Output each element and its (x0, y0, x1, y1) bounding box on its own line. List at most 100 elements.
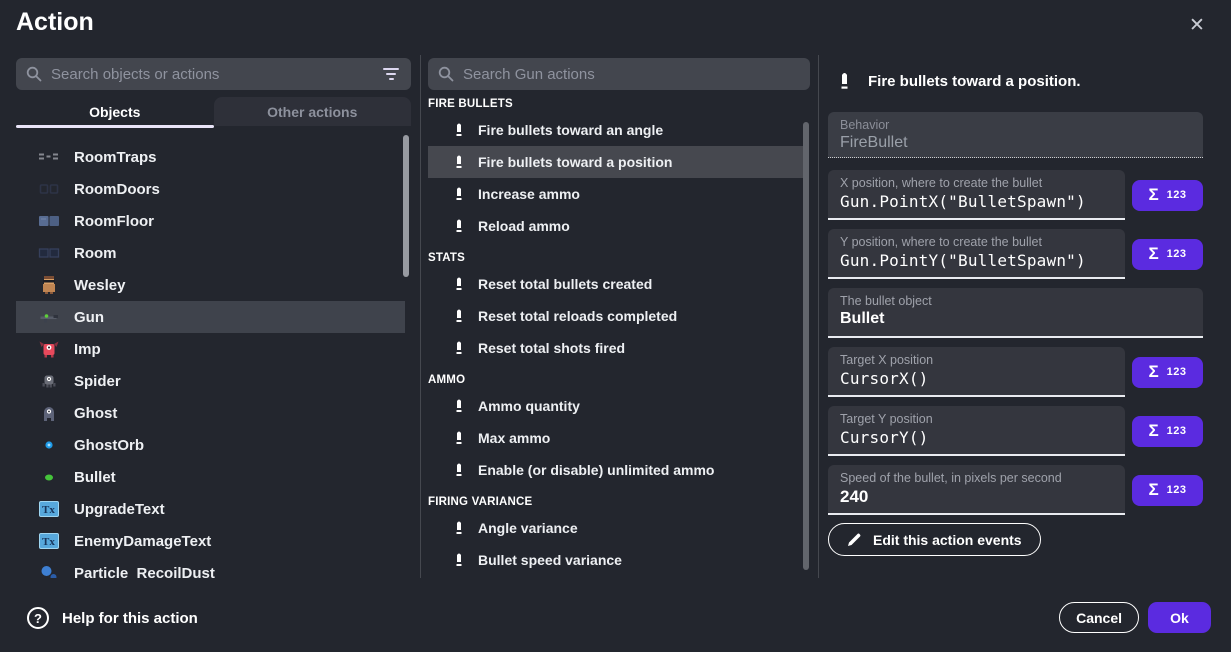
wesley-icon (38, 274, 60, 296)
param-field-bullet-object[interactable]: The bullet object Bullet (828, 288, 1203, 338)
filter-icon[interactable] (381, 68, 401, 80)
actions-search-box[interactable] (428, 58, 810, 90)
ghostorb-icon (38, 434, 60, 456)
ghost-icon (38, 402, 60, 424)
objects-list-scrollbar[interactable] (403, 135, 409, 277)
objects-search-input[interactable] (51, 66, 372, 83)
action-item[interactable]: Reset total bullets created (428, 268, 803, 300)
list-item-wesley[interactable]: Wesley (16, 269, 405, 301)
list-item-gun[interactable]: Gun (16, 301, 405, 333)
action-item[interactable]: Fire bullets toward an angle (428, 114, 803, 146)
roomdoors-icon (38, 178, 60, 200)
action-item[interactable]: Increase ammo (428, 178, 803, 210)
group-header: FIRE BULLETS (428, 98, 803, 110)
list-item-spider[interactable]: Spider (16, 365, 405, 397)
list-item-upgradetext[interactable]: Tx UpgradeText (16, 493, 405, 525)
objects-search-box[interactable] (16, 58, 411, 90)
action-item[interactable]: Ammo quantity (428, 390, 803, 422)
param-field-x-position[interactable]: X position, where to create the bullet G… (828, 170, 1125, 220)
list-item-particle-recoildust[interactable]: Particle_RecoilDust (16, 557, 405, 578)
room-icon (38, 242, 60, 264)
svg-text:Tx: Tx (42, 504, 55, 516)
param-field-y-position[interactable]: Y position, where to create the bullet G… (828, 229, 1125, 279)
expression-editor-button[interactable]: Σ 123 (1132, 180, 1203, 211)
list-item-roomfloor[interactable]: RoomFloor (16, 205, 405, 237)
bullet-action-icon (454, 154, 464, 171)
help-link[interactable]: ? Help for this action (27, 604, 198, 632)
group-header: AMMO (428, 374, 803, 386)
sigma-icon: Σ (1148, 362, 1158, 382)
group-header: FIRING VARIANCE (428, 496, 803, 508)
bullet-action-icon (454, 122, 464, 139)
bullet-action-icon (454, 520, 464, 537)
tab-other-actions[interactable]: Other actions (214, 97, 412, 126)
bullet-action-icon (454, 340, 464, 357)
bullet-action-icon (454, 462, 464, 479)
actions-search-input[interactable] (463, 66, 800, 83)
text-object-icon: Tx (38, 530, 60, 552)
objects-list: RoomTraps RoomDoors RoomFloor Room Wesle… (16, 133, 405, 578)
dialog-title: Action (16, 8, 94, 37)
action-item[interactable]: Max ammo (428, 422, 803, 454)
bullet-action-icon (454, 398, 464, 415)
actions-list: FIRE BULLETS Fire bullets toward an angl… (428, 90, 803, 578)
action-item[interactable]: Reset total shots fired (428, 332, 803, 364)
action-item-selected[interactable]: Fire bullets toward a position (428, 146, 803, 178)
bullet-action-icon (454, 276, 464, 293)
action-config-panel: Fire bullets toward a position. Behavior… (828, 58, 1203, 556)
expression-editor-button[interactable]: Σ 123 (1132, 357, 1203, 388)
particle-icon (38, 562, 60, 578)
tab-objects[interactable]: Objects (16, 97, 214, 126)
bullet-green-icon (38, 466, 60, 488)
expression-editor-button[interactable]: Σ 123 (1132, 239, 1203, 270)
svg-text:Tx: Tx (42, 536, 55, 548)
text-object-icon: Tx (38, 498, 60, 520)
list-item-imp[interactable]: Imp (16, 333, 405, 365)
roomfloor-icon (38, 210, 60, 232)
param-field-target-y[interactable]: Target Y position CursorY() (828, 406, 1125, 456)
panel-divider (818, 55, 819, 578)
list-item-bullet[interactable]: Bullet (16, 461, 405, 493)
close-icon[interactable]: ✕ (1185, 14, 1209, 38)
gun-icon (38, 306, 60, 328)
expression-editor-button[interactable]: Σ 123 (1132, 475, 1203, 506)
bullet-action-icon (454, 308, 464, 325)
bullet-action-icon (454, 430, 464, 447)
sigma-icon: Σ (1148, 185, 1158, 205)
active-tab-underline (16, 125, 214, 128)
search-icon (26, 66, 42, 82)
list-item-roomtraps[interactable]: RoomTraps (16, 141, 405, 173)
cancel-button[interactable]: Cancel (1059, 602, 1139, 633)
pencil-icon (847, 532, 862, 547)
bullet-action-icon (454, 186, 464, 203)
bullet-action-icon (454, 218, 464, 235)
sigma-icon: Σ (1148, 480, 1158, 500)
list-item-enemydamagetext[interactable]: Tx EnemyDamageText (16, 525, 405, 557)
actions-list-scrollbar[interactable] (803, 122, 809, 570)
action-item[interactable]: Bullet speed variance (428, 544, 803, 576)
group-header: STATS (428, 252, 803, 264)
list-item-ghost[interactable]: Ghost (16, 397, 405, 429)
panel-divider (420, 55, 421, 578)
action-description: Fire bullets toward a position. (828, 66, 1203, 96)
action-item[interactable]: Reload ammo (428, 210, 803, 242)
list-item-ghostorb[interactable]: GhostOrb (16, 429, 405, 461)
sigma-icon: Σ (1148, 421, 1158, 441)
search-icon (438, 66, 454, 82)
param-field-target-x[interactable]: Target X position CursorX() (828, 347, 1125, 397)
expression-editor-button[interactable]: Σ 123 (1132, 416, 1203, 447)
action-item[interactable]: Angle variance (428, 512, 803, 544)
left-panel-tabs: Objects Other actions (16, 97, 411, 126)
bullet-action-icon (454, 552, 464, 569)
help-icon: ? (27, 607, 49, 629)
action-item[interactable]: Enable (or disable) unlimited ammo (428, 454, 803, 486)
list-item-roomdoors[interactable]: RoomDoors (16, 173, 405, 205)
behavior-field: Behavior FireBullet (828, 112, 1203, 158)
ok-button[interactable]: Ok (1148, 602, 1211, 633)
sigma-icon: Σ (1148, 244, 1158, 264)
roomtraps-icon (38, 146, 60, 168)
action-item[interactable]: Reset total reloads completed (428, 300, 803, 332)
edit-action-events-button[interactable]: Edit this action events (828, 523, 1041, 556)
list-item-room[interactable]: Room (16, 237, 405, 269)
param-field-speed[interactable]: Speed of the bullet, in pixels per secon… (828, 465, 1125, 515)
